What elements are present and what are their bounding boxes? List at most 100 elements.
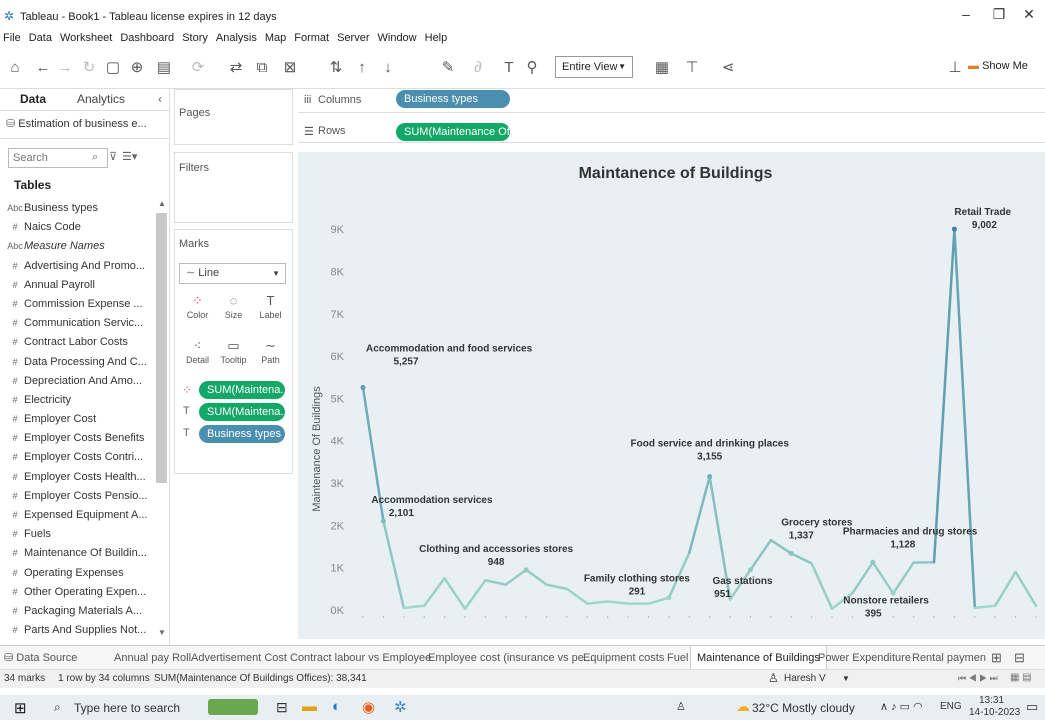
new-worksheet-icon[interactable]: ▤ xyxy=(152,58,176,78)
tab-equipment-costs[interactable]: Equipment costs xyxy=(583,646,664,670)
sort-ascending-icon[interactable]: ↑ xyxy=(352,58,372,78)
restore-button[interactable]: ❐ xyxy=(988,6,1010,26)
edge-icon[interactable]: ◐ xyxy=(332,698,341,715)
field-item[interactable]: # Depreciation And Amo... xyxy=(6,372,156,391)
menu-format[interactable]: Format xyxy=(290,30,333,47)
field-item[interactable]: # Annual Payroll xyxy=(6,276,156,295)
field-item[interactable]: # Employer Costs Benefits xyxy=(6,429,156,448)
grid-view-icon[interactable]: ▦ ▤ xyxy=(1010,672,1032,683)
swap-rows-columns-icon[interactable]: ⇅ xyxy=(326,58,346,78)
sheet-nav-icons[interactable]: ⏮ ◀ ▶ ⏭ xyxy=(958,673,998,684)
menu-dashboard[interactable]: Dashboard xyxy=(116,30,178,47)
back-icon[interactable]: ← xyxy=(34,58,52,78)
field-item[interactable]: # Advertising And Promo... xyxy=(6,257,156,276)
datasource-item[interactable]: ⛁ Estimation of business e... xyxy=(6,117,147,130)
notifications-icon[interactable]: ▭ xyxy=(1026,699,1038,715)
field-item[interactable]: # Employer Cost xyxy=(6,410,156,429)
taskbar-widget-image[interactable] xyxy=(208,699,258,715)
taskbar-search[interactable]: Type here to search xyxy=(74,701,180,715)
duplicate-icon[interactable]: ⧉ xyxy=(252,58,272,78)
field-item[interactable]: # Parts And Supplies Not... xyxy=(6,621,156,639)
path-card[interactable]: ∼ Path xyxy=(255,335,286,373)
highlight-icon[interactable]: ✎ xyxy=(436,58,460,78)
size-card[interactable]: ◌ Size xyxy=(218,290,249,328)
windows-start-icon[interactable]: ⊞ xyxy=(14,699,27,717)
clock-time[interactable]: 13:31 xyxy=(979,695,1004,706)
redo-icon[interactable]: ↻ xyxy=(80,58,98,78)
menu-file[interactable]: File xyxy=(0,30,25,47)
firefox-icon[interactable]: ◉ xyxy=(362,698,375,716)
detail-card[interactable]: ⁖ Detail xyxy=(182,335,213,373)
tab-analytics[interactable]: Analytics xyxy=(77,92,125,106)
field-item[interactable]: # Contract Labor Costs xyxy=(6,333,156,352)
field-item[interactable]: # Employer Costs Health... xyxy=(6,468,156,487)
field-item[interactable]: AbcBusiness types xyxy=(6,199,156,218)
clock-date[interactable]: 14-10-2023 xyxy=(969,707,1020,718)
show-cards-icon[interactable]: ▦ xyxy=(650,58,674,78)
field-item[interactable]: # Data Processing And C... xyxy=(6,353,156,372)
tab-rental-payment[interactable]: Rental payment f xyxy=(912,646,986,670)
sort-descending-icon[interactable]: ↓ xyxy=(378,58,398,78)
tab-power-expenditure[interactable]: Power Expenditure xyxy=(818,646,911,670)
file-explorer-icon[interactable]: ▬ xyxy=(302,698,317,715)
show-me-button[interactable]: ▬ Show Me xyxy=(968,60,1028,72)
business-types-pill[interactable]: Business types xyxy=(199,425,285,443)
color-card[interactable]: ⁘ Color xyxy=(182,290,213,328)
tooltip-card[interactable]: ▭ Tooltip xyxy=(216,335,251,373)
field-list-scrollbar[interactable] xyxy=(156,213,167,483)
field-item[interactable]: # Operating Expenses xyxy=(6,564,156,583)
menu-worksheet[interactable]: Worksheet xyxy=(56,30,116,47)
field-item[interactable]: # Naics Code xyxy=(6,218,156,237)
user-name[interactable]: Haresh V xyxy=(784,673,826,684)
field-item[interactable]: # Maintenance Of Buildin... xyxy=(6,544,156,563)
clear-sheet-icon[interactable]: ⊠ xyxy=(278,58,302,78)
scroll-up-icon[interactable]: ▲ xyxy=(158,199,166,208)
field-item[interactable]: # Communication Servic... xyxy=(6,314,156,333)
task-view-icon[interactable]: ⊟ xyxy=(276,699,288,716)
menu-help[interactable]: Help xyxy=(421,30,452,47)
tab-annual-pay-roll[interactable]: Annual pay Roll xyxy=(114,646,191,670)
home-icon[interactable]: ⌂ xyxy=(6,58,24,78)
rows-pill[interactable]: SUM(Maintenance Of.. xyxy=(396,123,510,141)
field-item[interactable]: # Packaging Materials A... xyxy=(6,602,156,621)
field-item[interactable]: # Commission Expense ... xyxy=(6,295,156,314)
show-labels-icon[interactable]: T xyxy=(500,58,518,78)
color-pill[interactable]: SUM(Maintena.. xyxy=(199,381,285,399)
tab-contract-labour[interactable]: Contract labour vs Employee xyxy=(290,646,431,670)
new-dashboard-tab-icon[interactable]: ⊟ xyxy=(1014,646,1025,670)
tab-data[interactable]: Data xyxy=(20,92,46,106)
fix-axes-icon[interactable]: ⚲ xyxy=(523,58,541,78)
menu-window[interactable]: Window xyxy=(374,30,421,47)
minimize-button[interactable]: – xyxy=(955,6,977,26)
tab-employee-cost[interactable]: Employee cost (insurance vs pe... xyxy=(428,646,593,670)
search-icon[interactable]: ⌕ xyxy=(54,700,61,715)
new-datasource-icon[interactable]: ⊕ xyxy=(128,58,146,78)
label-pill[interactable]: SUM(Maintena.. xyxy=(199,403,285,421)
menu-analysis[interactable]: Analysis xyxy=(212,30,261,47)
tab-fuel[interactable]: Fuel xyxy=(667,646,688,670)
menu-map[interactable]: Map xyxy=(261,30,290,47)
save-icon[interactable]: ▢ xyxy=(104,58,122,78)
view-options-icon[interactable]: ☰▾ xyxy=(122,150,137,163)
presentation-icon[interactable]: ⊤ xyxy=(682,58,702,78)
fit-view-dropdown[interactable]: Entire View ▼ xyxy=(555,56,633,78)
forward-icon[interactable]: → xyxy=(56,58,74,78)
tableau-taskbar-icon[interactable]: ✲ xyxy=(394,698,407,716)
tab-maintenance-of-buildings[interactable]: Maintenance of Buildings xyxy=(690,646,827,670)
label-card[interactable]: T Label xyxy=(255,290,286,328)
refresh-icon[interactable]: ⟳ xyxy=(186,58,210,78)
mark-type-dropdown[interactable]: ∼ Line ▼ xyxy=(179,263,286,284)
collapse-pane-icon[interactable]: ‹ xyxy=(158,92,162,106)
menu-server[interactable]: Server xyxy=(333,30,373,47)
field-item[interactable]: # Electricity xyxy=(6,391,156,410)
field-item[interactable]: # Expensed Equipment A... xyxy=(6,506,156,525)
group-icon[interactable]: ∂ xyxy=(466,58,490,78)
tab-data-source[interactable]: ⛁ Data Source xyxy=(4,646,77,670)
chevron-down-icon[interactable]: ▼ xyxy=(842,674,850,683)
menu-story[interactable]: Story xyxy=(178,30,212,47)
field-item[interactable]: # Other Operating Expen... xyxy=(6,583,156,602)
new-worksheet-tab-icon[interactable]: ⊞ xyxy=(991,646,1002,670)
language-indicator[interactable]: ENG xyxy=(940,701,962,712)
weather-text[interactable]: 32°C Mostly cloudy xyxy=(752,701,855,715)
menu-data[interactable]: Data xyxy=(25,30,56,47)
